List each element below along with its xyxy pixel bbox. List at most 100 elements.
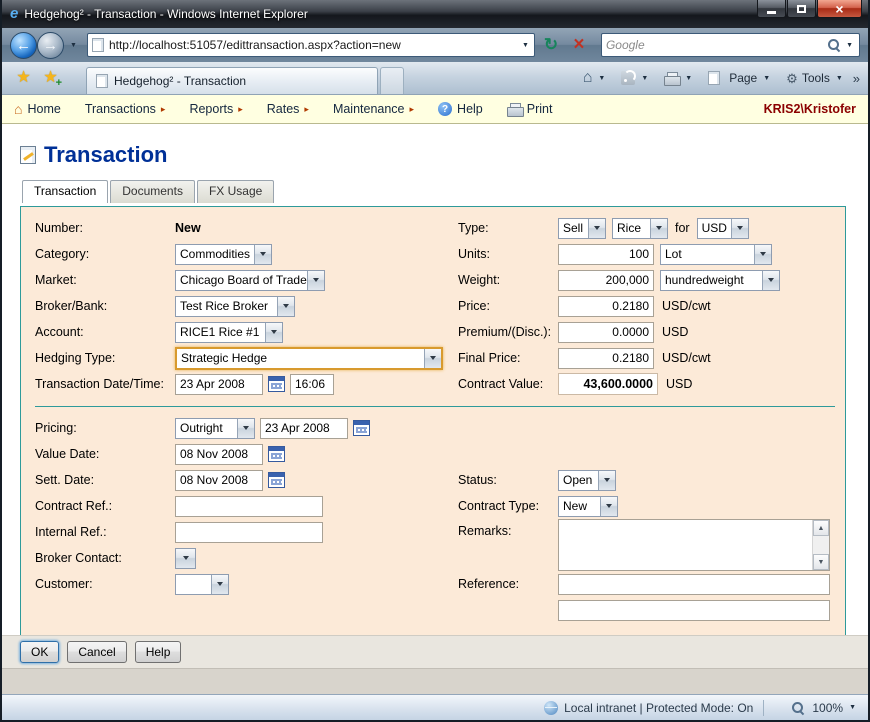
favorites-button[interactable]: ★ xyxy=(10,65,37,91)
type-currency-select[interactable]: USD xyxy=(696,217,749,239)
title-bar[interactable]: e Hedgehog² - Transaction - Windows Inte… xyxy=(2,0,868,28)
cancel-button[interactable]: Cancel xyxy=(67,641,127,663)
type-side-select[interactable]: Sell xyxy=(558,217,606,239)
forward-button[interactable]: → xyxy=(37,31,64,59)
tools-menu-dropdown-icon[interactable]: ▼ xyxy=(834,75,845,82)
dropdown-arrow-icon[interactable] xyxy=(176,548,195,568)
zoom-dropdown-icon[interactable]: ▼ xyxy=(847,704,858,711)
browser-tab[interactable]: Hedgehog² - Transaction xyxy=(86,67,378,94)
menu-home[interactable]: ⌂ Home xyxy=(14,102,61,116)
reference-input-1[interactable] xyxy=(558,573,830,595)
page-menu-dropdown-icon[interactable]: ▼ xyxy=(761,75,772,82)
final-price-input[interactable] xyxy=(558,347,654,369)
recent-pages-dropdown-icon[interactable]: ▼ xyxy=(68,42,79,49)
market-select[interactable]: Chicago Board of Trade xyxy=(175,269,325,291)
print-dropdown-icon[interactable]: ▼ xyxy=(683,75,694,82)
contract-type-select[interactable]: New xyxy=(558,495,618,517)
type-commodity-select[interactable]: Rice xyxy=(612,217,668,239)
dropdown-arrow-icon[interactable] xyxy=(265,322,282,342)
search-box[interactable]: ▼ xyxy=(600,33,860,57)
calendar-icon[interactable] xyxy=(268,472,285,488)
new-tab-button[interactable] xyxy=(380,67,404,94)
maximize-button[interactable] xyxy=(787,0,816,18)
dropdown-arrow-icon[interactable] xyxy=(598,470,615,490)
close-button[interactable]: × xyxy=(817,0,862,18)
weight-uom-select[interactable]: hundredweight xyxy=(660,269,780,291)
account-label: Account: xyxy=(35,325,84,339)
dropdown-arrow-icon[interactable] xyxy=(277,296,294,316)
internal-ref-input[interactable] xyxy=(175,521,323,543)
tab-transaction[interactable]: Transaction xyxy=(22,180,109,203)
dropdown-arrow-icon[interactable] xyxy=(254,244,271,264)
pricing-select[interactable]: Outright xyxy=(175,417,255,439)
category-select[interactable]: Commodities xyxy=(175,243,272,265)
price-input[interactable] xyxy=(558,295,654,317)
zoom-control[interactable]: 100% ▼ xyxy=(788,701,858,715)
dropdown-arrow-icon[interactable] xyxy=(762,270,779,290)
transaction-time-input[interactable] xyxy=(290,373,334,395)
pricing-date-input[interactable] xyxy=(260,417,348,439)
hedging-type-select[interactable]: Strategic Hedge xyxy=(175,346,443,370)
units-uom-select[interactable]: Lot xyxy=(660,243,772,265)
dropdown-arrow-icon[interactable] xyxy=(424,348,441,368)
menu-help[interactable]: ? Help xyxy=(438,102,483,116)
back-button[interactable]: ← xyxy=(10,31,37,59)
address-dropdown-icon[interactable]: ▼ xyxy=(520,42,531,49)
value-date-input[interactable] xyxy=(175,443,263,465)
address-bar[interactable]: ▼ xyxy=(86,33,535,57)
toolbar-overflow-button[interactable]: » xyxy=(853,71,860,86)
status-select[interactable]: Open xyxy=(558,469,616,491)
tab-documents[interactable]: Documents xyxy=(110,180,195,203)
menu-print[interactable]: Print xyxy=(506,102,552,117)
reference-input-2[interactable] xyxy=(558,599,830,621)
ok-button[interactable]: OK xyxy=(20,641,60,663)
dropdown-arrow-icon[interactable] xyxy=(650,218,667,238)
print-toolbar-icon[interactable] xyxy=(664,71,682,86)
home-icon[interactable]: ⌂ xyxy=(583,70,593,86)
dropdown-arrow-icon[interactable] xyxy=(754,244,771,264)
remarks-scrollbar[interactable]: ▲ ▼ xyxy=(812,520,829,570)
contract-ref-input[interactable] xyxy=(175,495,323,517)
tools-menu-button[interactable]: Tools xyxy=(802,71,830,85)
tab-fx-usage[interactable]: FX Usage xyxy=(196,180,275,203)
page-menu-button[interactable]: Page xyxy=(729,71,757,85)
url-input[interactable] xyxy=(108,38,520,52)
minimize-button[interactable] xyxy=(757,0,786,18)
dropdown-arrow-icon[interactable] xyxy=(307,270,324,290)
dropdown-arrow-icon[interactable] xyxy=(730,218,748,238)
feeds-dropdown-icon[interactable]: ▼ xyxy=(639,75,650,82)
customer-select[interactable] xyxy=(175,573,229,595)
dropdown-arrow-icon[interactable] xyxy=(237,418,254,438)
broker-contact-select[interactable] xyxy=(175,547,196,569)
menu-rates[interactable]: Rates ▸ xyxy=(267,102,309,116)
broker-bank-select[interactable]: Test Rice Broker xyxy=(175,295,295,317)
units-input[interactable] xyxy=(558,243,654,265)
calendar-icon[interactable] xyxy=(268,446,285,462)
account-select[interactable]: RICE1 Rice #1 xyxy=(175,321,283,343)
transaction-date-input[interactable] xyxy=(175,373,263,395)
address-toolbar: ← → ▼ ▼ ↻ × ▼ xyxy=(2,28,868,62)
calendar-icon[interactable] xyxy=(353,420,370,436)
menu-transactions[interactable]: Transactions ▸ xyxy=(85,102,166,116)
add-favorite-button[interactable]: ★ + xyxy=(37,65,64,91)
calendar-icon[interactable] xyxy=(268,376,285,392)
sett-date-input[interactable] xyxy=(175,469,263,491)
feeds-icon[interactable] xyxy=(621,70,637,85)
menu-reports[interactable]: Reports ▸ xyxy=(189,102,242,116)
refresh-button[interactable]: ↻ xyxy=(539,33,563,57)
scroll-up-icon[interactable]: ▲ xyxy=(813,520,829,536)
dropdown-arrow-icon[interactable] xyxy=(211,574,228,594)
stop-button[interactable]: × xyxy=(567,33,591,57)
weight-input[interactable] xyxy=(558,269,654,291)
help-button[interactable]: Help xyxy=(134,641,182,663)
premium-input[interactable] xyxy=(558,321,654,343)
dropdown-arrow-icon[interactable] xyxy=(588,218,605,238)
search-icon[interactable] xyxy=(827,38,841,52)
home-dropdown-icon[interactable]: ▼ xyxy=(596,75,607,82)
dropdown-arrow-icon[interactable] xyxy=(600,496,617,516)
search-input[interactable] xyxy=(605,38,825,52)
scroll-down-icon[interactable]: ▼ xyxy=(813,554,829,570)
menu-maintenance[interactable]: Maintenance ▸ xyxy=(333,102,414,116)
remarks-textarea[interactable] xyxy=(559,520,829,570)
search-dropdown-icon[interactable]: ▼ xyxy=(844,42,855,49)
